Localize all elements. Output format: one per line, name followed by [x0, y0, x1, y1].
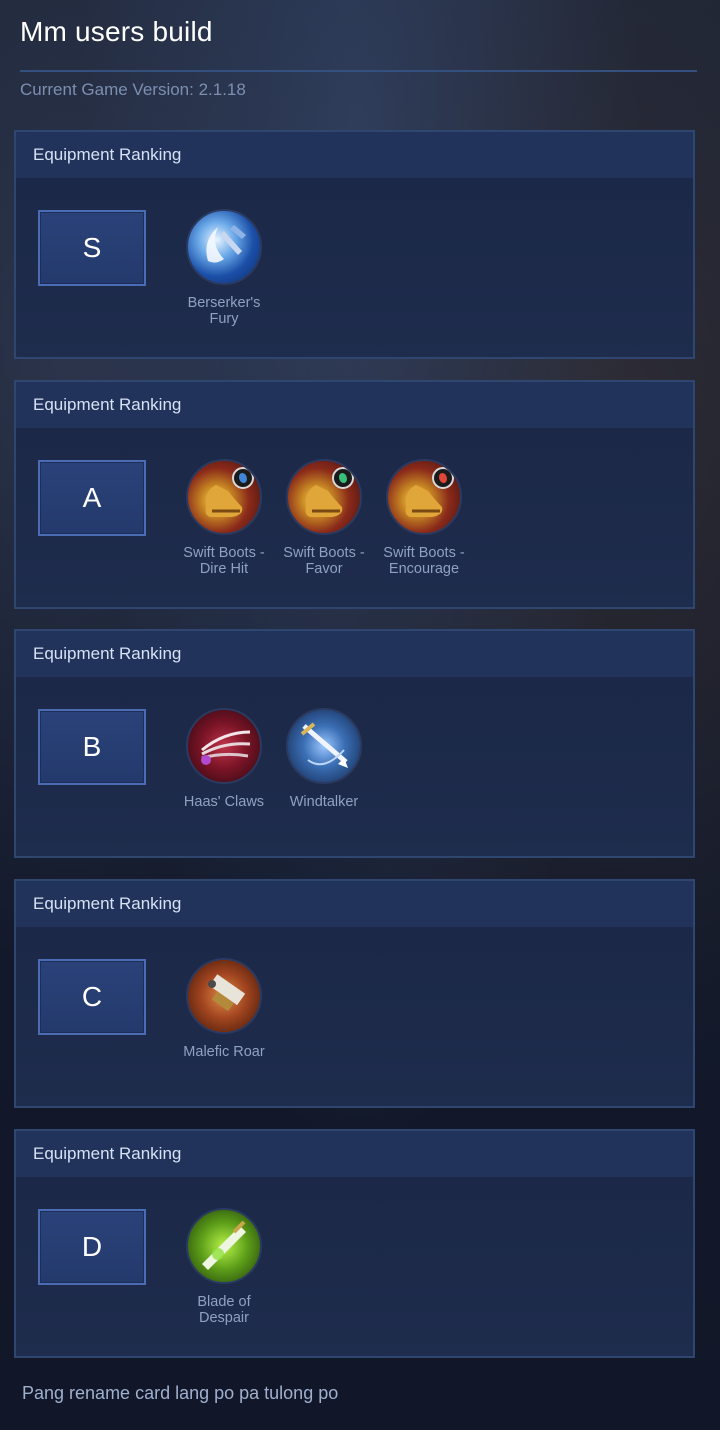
item-name: Swift Boots - Dire Hit [183, 545, 265, 577]
tier-header: Equipment Ranking [16, 881, 693, 927]
tier-header: Equipment Ranking [16, 631, 693, 677]
item-name: Blade of Despair [197, 1294, 251, 1326]
tier-card-b: Equipment Ranking B Haas' Claws Windtalk… [14, 629, 695, 858]
item-name: Berserker's Fury [187, 295, 261, 327]
build-page: Mm users build Current Game Version: 2.1… [0, 0, 720, 1430]
item-list: Malefic Roar [174, 958, 274, 1060]
item-swift-boots-encourage[interactable]: Swift Boots - Encourage [374, 459, 474, 577]
swift-boots-encourage-icon [386, 459, 462, 535]
windtalker-icon [286, 708, 362, 784]
tier-rank-badge: D [38, 1209, 146, 1285]
emblem-icon [332, 467, 354, 489]
item-swift-boots-dire-hit[interactable]: Swift Boots - Dire Hit [174, 459, 274, 577]
tier-rank-badge: S [38, 210, 146, 286]
item-blade-of-despair[interactable]: Blade of Despair [174, 1208, 274, 1326]
tier-header: Equipment Ranking [16, 382, 693, 428]
tier-header: Equipment Ranking [16, 1131, 693, 1177]
item-windtalker[interactable]: Windtalker [274, 708, 374, 810]
emblem-icon [432, 467, 454, 489]
item-berserkers-fury[interactable]: Berserker's Fury [174, 209, 274, 327]
tier-header: Equipment Ranking [16, 132, 693, 178]
tier-card-d: Equipment Ranking D Blade of Despair [14, 1129, 695, 1358]
item-list: Swift Boots - Dire Hit Swift Boots - Fav… [174, 459, 474, 577]
malefic-roar-icon [186, 958, 262, 1034]
tier-rank-badge: B [38, 709, 146, 785]
item-name: Swift Boots - Encourage [383, 545, 465, 577]
berserkers-fury-icon [186, 209, 262, 285]
item-name: Swift Boots - Favor [283, 545, 365, 577]
item-name: Haas' Claws [183, 794, 265, 810]
item-swift-boots-favor[interactable]: Swift Boots - Favor [274, 459, 374, 577]
tier-card-a: Equipment Ranking A Swift Boots - Dire H… [14, 380, 695, 609]
item-list: Blade of Despair [174, 1208, 274, 1326]
item-malefic-roar[interactable]: Malefic Roar [174, 958, 274, 1060]
tier-card-s: Equipment Ranking S Berserker's Fury [14, 130, 695, 359]
swift-boots-favor-icon [286, 459, 362, 535]
item-haas-claws[interactable]: Haas' Claws [174, 708, 274, 810]
page-title: Mm users build [20, 16, 213, 47]
blade-of-despair-icon [186, 1208, 262, 1284]
item-list: Haas' Claws Windtalker [174, 708, 374, 810]
item-list: Berserker's Fury [174, 209, 274, 327]
tier-rank-badge: C [38, 959, 146, 1035]
item-name: Malefic Roar [183, 1044, 265, 1060]
item-name: Windtalker [289, 794, 359, 810]
game-version-label: Current Game Version: 2.1.18 [20, 80, 246, 99]
tier-rank-badge: A [38, 460, 146, 536]
haas-claws-icon [186, 708, 262, 784]
tier-card-c: Equipment Ranking C Malefic Roar [14, 879, 695, 1108]
emblem-icon [232, 467, 254, 489]
swift-boots-dire-hit-icon [186, 459, 262, 535]
footer-comment: Pang rename card lang po pa tulong po [22, 1383, 339, 1403]
title-divider [20, 70, 697, 72]
